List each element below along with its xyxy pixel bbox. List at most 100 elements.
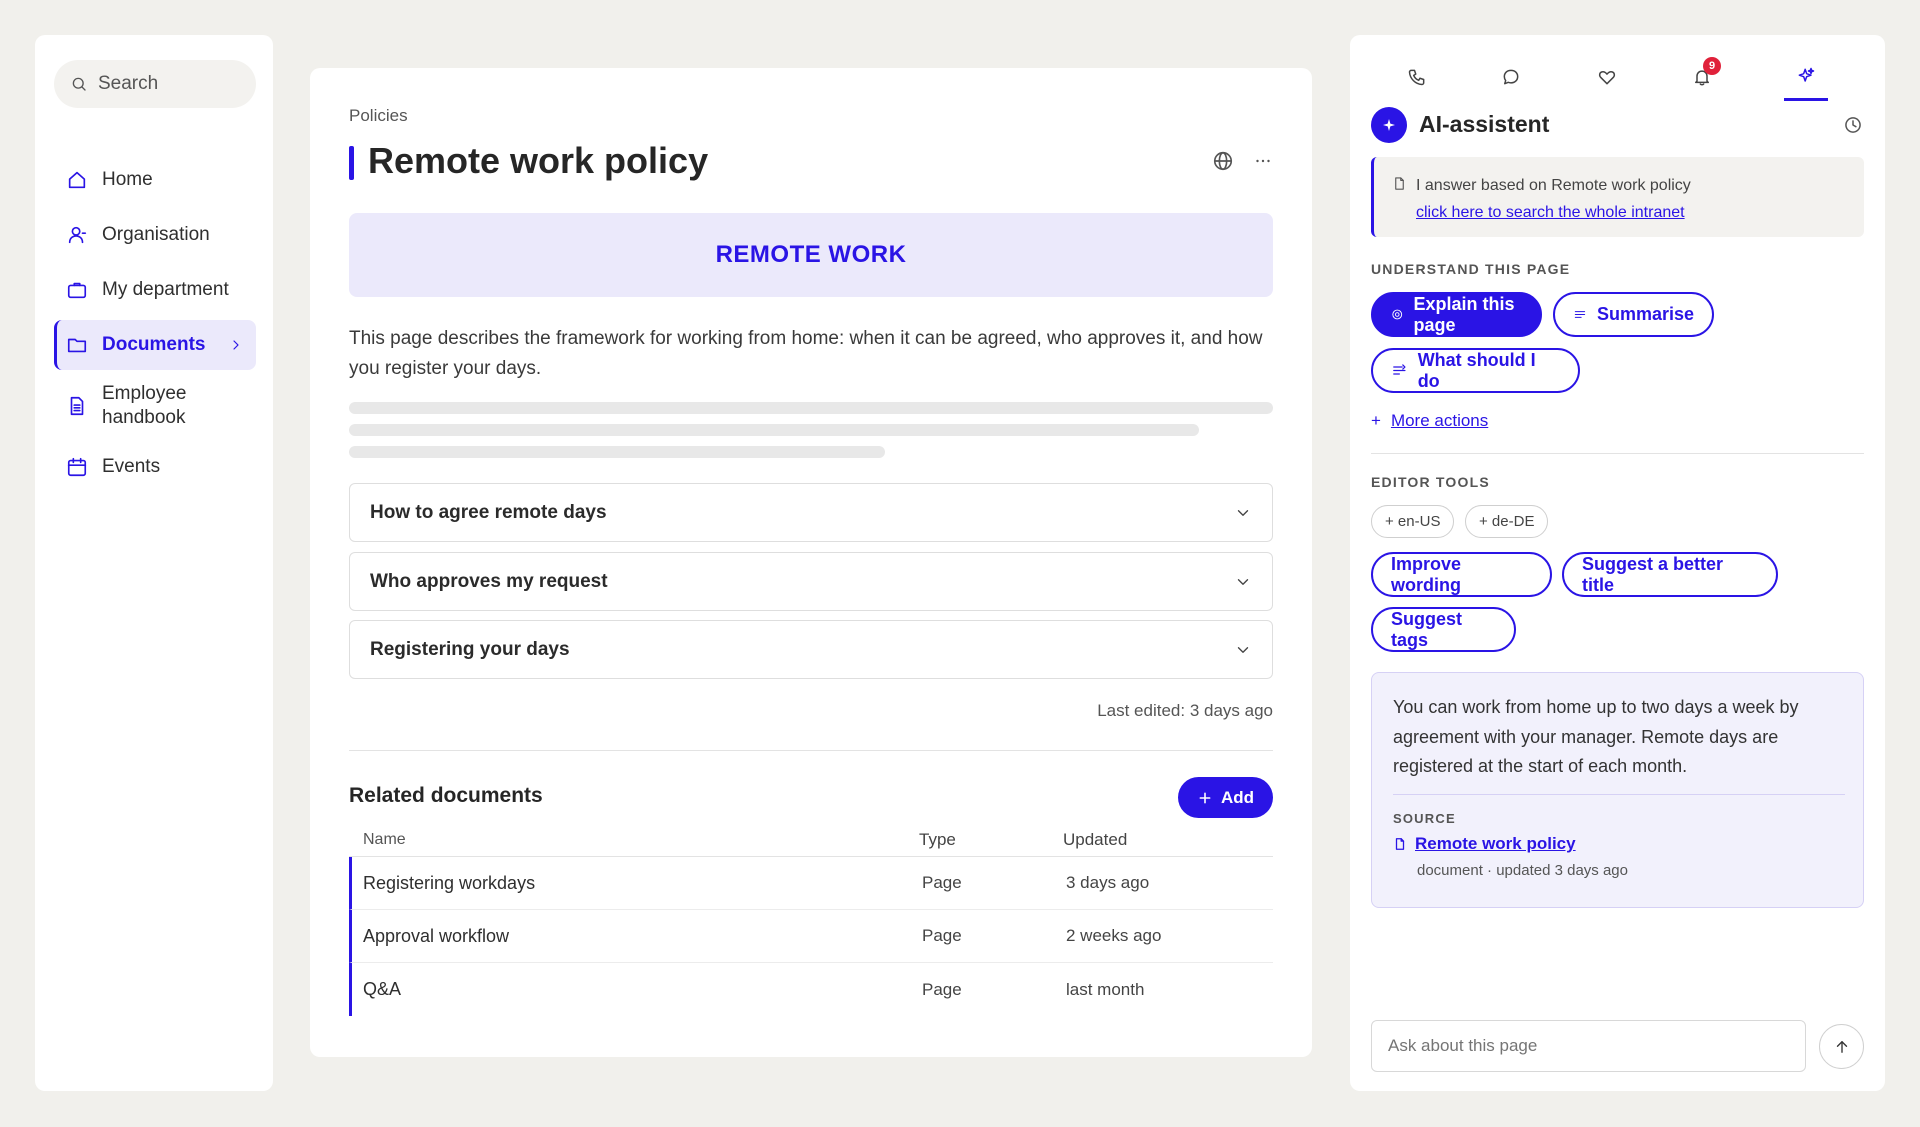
column-header-updated: Updated bbox=[1063, 829, 1128, 849]
briefcase-icon bbox=[67, 282, 87, 299]
search-input[interactable]: Search bbox=[54, 60, 256, 108]
sparkle-icon bbox=[1798, 67, 1815, 82]
accordion-section[interactable]: Registering your days bbox=[349, 620, 1273, 679]
lines-icon bbox=[1574, 311, 1586, 318]
ai-answer-card: You can work from home up to two days a … bbox=[1371, 672, 1864, 908]
sidebar-item-label: Events bbox=[102, 456, 161, 477]
sidebar-nav: Home Organisation My department Document… bbox=[54, 155, 256, 497]
table-row[interactable]: Approval workflow Page 2 weeks ago bbox=[349, 910, 1273, 963]
tab-phone[interactable] bbox=[1395, 53, 1439, 101]
section-label-editor: EDITOR TOOLS bbox=[1371, 474, 1490, 490]
chevron-right-icon bbox=[233, 340, 239, 350]
ai-answer-text: You can work from home up to two days a … bbox=[1393, 697, 1799, 776]
tab-favorites[interactable] bbox=[1585, 53, 1629, 101]
summarise-button[interactable]: Summarise bbox=[1553, 292, 1714, 337]
sidebar-item-label: Employee handbook bbox=[102, 383, 187, 428]
breadcrumb[interactable]: Policies bbox=[349, 106, 408, 126]
column-header-type: Type bbox=[919, 829, 956, 849]
tab-notifications[interactable]: 9 bbox=[1680, 53, 1724, 101]
accordion-title: Who approves my request bbox=[370, 570, 608, 592]
ask-input[interactable] bbox=[1371, 1020, 1806, 1072]
divider bbox=[1393, 794, 1845, 795]
document-icon bbox=[70, 396, 84, 416]
history-icon[interactable] bbox=[1843, 115, 1863, 135]
suggest-title-button[interactable]: Suggest a better title bbox=[1562, 552, 1778, 597]
divider bbox=[1371, 453, 1864, 454]
tab-ai-assistant[interactable] bbox=[1784, 53, 1828, 101]
improve-wording-button[interactable]: Improve wording bbox=[1371, 552, 1552, 597]
cell-updated: last month bbox=[1066, 979, 1145, 999]
cell-type: Page bbox=[922, 926, 962, 945]
sidebar-item-label: Home bbox=[102, 169, 153, 190]
search-placeholder: Search bbox=[98, 73, 159, 94]
explain-page-button[interactable]: Explain this page bbox=[1371, 292, 1542, 337]
what-should-i-do-label: What should I do bbox=[1417, 349, 1536, 391]
language-chip-de-de[interactable]: + de-DE bbox=[1465, 505, 1549, 538]
column-header-name: Name bbox=[363, 830, 406, 848]
accordion-section[interactable]: How to agree remote days bbox=[349, 483, 1273, 542]
sidebar-item-my-department[interactable]: My department bbox=[54, 265, 256, 315]
notification-badge: 9 bbox=[1703, 57, 1721, 75]
page-title: Remote work policy bbox=[368, 140, 709, 181]
plus-icon bbox=[1199, 792, 1211, 803]
heart-icon bbox=[1598, 70, 1616, 85]
sidebar-item-label: Documents bbox=[102, 334, 206, 355]
title-actions bbox=[1212, 150, 1274, 172]
panel-tabs: 9 bbox=[1350, 53, 1885, 103]
chevron-down-icon bbox=[1237, 509, 1249, 516]
language-chip-en-us[interactable]: + en-US bbox=[1371, 505, 1455, 538]
sidebar-item-employee-handbook[interactable]: Employee handbook bbox=[54, 375, 256, 437]
more-options-icon[interactable] bbox=[1252, 150, 1274, 172]
more-actions-link[interactable]: + More actions bbox=[1371, 411, 1488, 431]
accordion-section[interactable]: Who approves my request bbox=[349, 552, 1273, 611]
source-title: Remote work policy bbox=[1415, 834, 1576, 853]
search-intranet-link[interactable]: click here to search the whole intranet bbox=[1416, 204, 1685, 221]
suggest-tags-button[interactable]: Suggest tags bbox=[1371, 607, 1516, 652]
user-icon bbox=[68, 226, 87, 244]
add-button[interactable]: Add bbox=[1178, 777, 1273, 818]
chevron-down-icon bbox=[1237, 578, 1249, 585]
source-label: SOURCE bbox=[1393, 811, 1456, 826]
target-icon bbox=[1392, 309, 1403, 320]
source-link[interactable]: Remote work policy bbox=[1393, 834, 1576, 854]
table-row[interactable]: Q&A Page last month bbox=[349, 963, 1273, 1016]
title-accent-bar bbox=[349, 146, 354, 180]
arrow-up-icon bbox=[1836, 1040, 1847, 1053]
sidebar-item-label: Organisation bbox=[102, 224, 210, 245]
sidebar-item-home[interactable]: Home bbox=[54, 155, 256, 205]
cell-type: Page bbox=[922, 979, 962, 999]
sidebar-item-organisation[interactable]: Organisation bbox=[54, 210, 256, 260]
last-edited: Last edited: 3 days ago bbox=[1097, 701, 1273, 720]
sidebar: Search Home Organisation My department D… bbox=[35, 35, 273, 1091]
what-should-i-do-button[interactable]: What should I do bbox=[1371, 348, 1580, 393]
panel-title: AI-assistent bbox=[1419, 111, 1550, 137]
chevron-down-icon bbox=[1237, 646, 1249, 653]
steps-icon bbox=[1393, 364, 1406, 375]
globe-icon[interactable] bbox=[1212, 150, 1234, 172]
accordion-title: How to agree remote days bbox=[370, 501, 607, 523]
tab-chat[interactable] bbox=[1489, 53, 1533, 101]
phone-icon bbox=[1408, 69, 1425, 86]
context-info: I answer based on Remote work policy cli… bbox=[1371, 157, 1864, 237]
sidebar-item-label: My department bbox=[102, 279, 229, 300]
cell-name: Q&A bbox=[363, 979, 402, 999]
ai-panel: 9 AI-assistent I answer based on Remote … bbox=[1350, 35, 1885, 1091]
main-content: Policies Remote work policy REMOTE WORK … bbox=[310, 68, 1312, 1057]
table-row[interactable]: Registering workdays Page 3 days ago bbox=[349, 857, 1273, 910]
sidebar-item-documents[interactable]: Documents bbox=[54, 320, 256, 370]
send-button[interactable] bbox=[1819, 1024, 1864, 1069]
section-label-understand: UNDERSTAND THIS PAGE bbox=[1371, 261, 1571, 277]
cell-name: Approval workflow bbox=[363, 925, 510, 946]
cell-type: Page bbox=[922, 873, 962, 892]
home-icon bbox=[68, 171, 86, 189]
sparkle-icon bbox=[1383, 119, 1395, 131]
page-banner: REMOTE WORK bbox=[349, 213, 1273, 297]
more-actions-label: More actions bbox=[1390, 411, 1489, 430]
chat-icon bbox=[1503, 69, 1519, 85]
add-button-label: Add bbox=[1220, 787, 1255, 807]
sidebar-item-events[interactable]: Events bbox=[54, 442, 256, 492]
search-icon bbox=[72, 77, 86, 91]
folder-icon bbox=[67, 338, 87, 353]
divider bbox=[349, 750, 1273, 751]
document-icon bbox=[1395, 177, 1404, 190]
